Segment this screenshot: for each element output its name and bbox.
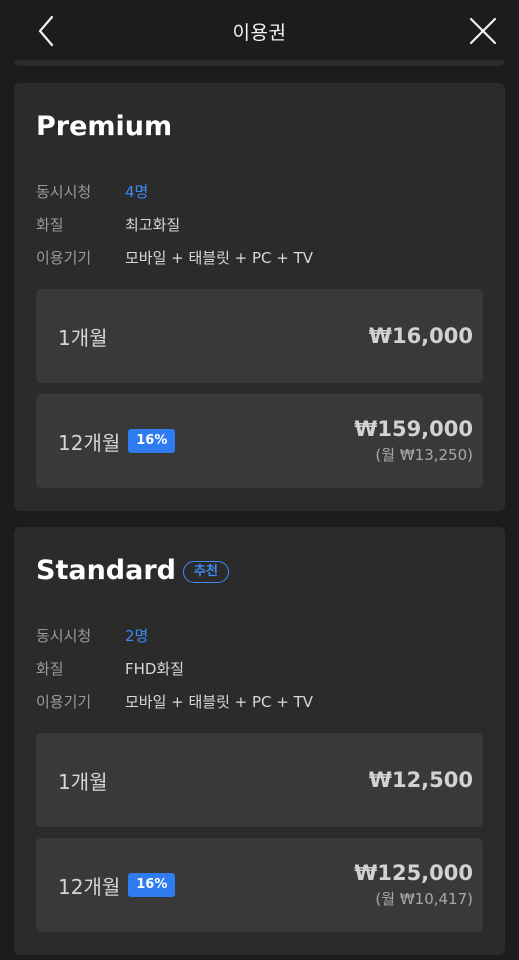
option-price: ₩16,000 [368,324,473,348]
feature-row-simultaneous: 동시시청 2명 [36,619,313,652]
option-left: 1개월 [58,733,108,827]
option-price: ₩12,500 [368,768,473,792]
option-left: 12개월 16% [58,394,176,488]
feature-value: 최고화질 [125,216,181,234]
feature-list: 동시시청 2명 화질 FHD화질 이용기기 모바일 + 태블릿 + PC + T… [36,619,313,718]
feature-label: 이용기기 [36,249,92,267]
feature-value: 2명 [125,627,149,645]
option-period: 12개월 [58,874,121,899]
feature-row-devices: 이용기기 모바일 + 태블릿 + PC + TV [36,241,313,274]
feature-label: 동시시청 [36,627,92,645]
scrolled-card-edge [14,60,505,66]
option-right: ₩16,000 [369,289,473,383]
plan-name: Standard [36,555,176,586]
close-icon [469,17,497,45]
price-option-1-month[interactable]: 1개월 ₩16,000 [36,289,483,383]
option-period: 12개월 [58,430,121,455]
feature-row-quality: 화질 최고화질 [36,208,313,241]
discount-badge: 16% [128,873,176,897]
plan-header: Standard 추천 [36,555,229,586]
recommended-badge: 추천 [182,560,229,583]
feature-label: 화질 [36,660,64,678]
feature-value: 모바일 + 태블릿 + PC + TV [125,249,314,267]
top-app-bar: 이용권 [0,0,519,62]
option-price: ₩125,000 [354,861,473,885]
feature-value: 4명 [125,183,149,201]
price-option-12-months[interactable]: 12개월 16% ₩125,000 (월 ₩10,417) [36,838,483,932]
option-left: 1개월 [58,289,108,383]
price-option-1-month[interactable]: 1개월 ₩12,500 [36,733,483,827]
option-monthly-price: (월 ₩13,250) [375,446,473,464]
subscription-screen: 이용권 Premium 동시시청 4명 화질 최고화질 이용기기 모바일 + 태… [0,0,519,960]
option-left: 12개월 16% [58,838,176,932]
feature-row-devices: 이용기기 모바일 + 태블릿 + PC + TV [36,685,313,718]
option-right: ₩159,000 (월 ₩13,250) [354,394,473,488]
option-period: 1개월 [58,769,108,794]
close-button[interactable] [467,14,499,48]
page-title: 이용권 [232,21,287,44]
plan-name: Premium [36,111,173,142]
option-right: ₩12,500 [369,733,473,827]
plan-header: Premium [36,111,172,142]
feature-label: 이용기기 [36,693,92,711]
feature-label: 동시시청 [36,183,92,201]
feature-value: FHD화질 [125,660,185,678]
back-button[interactable] [30,14,62,48]
discount-badge: 16% [128,429,176,453]
option-period: 1개월 [58,325,108,350]
plan-card-standard: Standard 추천 동시시청 2명 화질 FHD화질 이용기기 모바일 + … [14,527,505,955]
plan-card-premium: Premium 동시시청 4명 화질 최고화질 이용기기 모바일 + 태블릿 +… [14,83,505,511]
feature-value: 모바일 + 태블릿 + PC + TV [125,693,314,711]
feature-list: 동시시청 4명 화질 최고화질 이용기기 모바일 + 태블릿 + PC + TV [36,175,313,274]
feature-label: 화질 [36,216,64,234]
feature-row-quality: 화질 FHD화질 [36,652,313,685]
option-price: ₩159,000 [354,417,473,441]
feature-row-simultaneous: 동시시청 4명 [36,175,313,208]
option-right: ₩125,000 (월 ₩10,417) [354,838,473,932]
option-monthly-price: (월 ₩10,417) [375,890,473,908]
price-option-12-months[interactable]: 12개월 16% ₩159,000 (월 ₩13,250) [36,394,483,488]
chevron-left-icon [38,15,54,47]
